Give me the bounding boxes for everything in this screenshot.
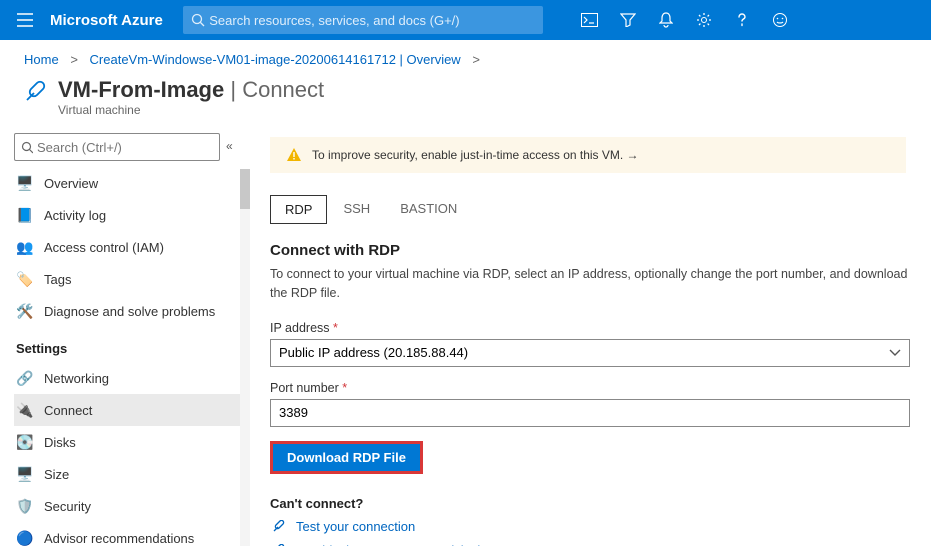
diagnose-icon: 🛠️: [16, 302, 34, 320]
network-icon: 🔗: [16, 369, 34, 387]
warning-icon: [286, 147, 302, 163]
advisor-icon: 🔵: [16, 529, 34, 547]
port-label: Port number *: [270, 381, 931, 395]
monitor-icon: 🖥️: [16, 174, 34, 192]
sidebar-item-connect[interactable]: 🔌Connect: [14, 394, 244, 426]
ip-label: IP address *: [270, 321, 931, 335]
breadcrumb-home[interactable]: Home: [24, 52, 59, 67]
people-icon: 👥: [16, 238, 34, 256]
sidebar-item-disks[interactable]: 💽Disks: [14, 426, 244, 458]
notifications-button[interactable]: [649, 3, 683, 37]
gear-icon: [696, 12, 712, 28]
page-subtitle: Virtual machine: [58, 103, 324, 117]
filter-button[interactable]: [611, 3, 645, 37]
troubleshoot-icon: [270, 543, 286, 547]
chevron-right-icon: >: [472, 52, 480, 67]
chevron-right-icon: >: [70, 52, 78, 67]
ip-value: Public IP address (20.185.88.44): [279, 345, 468, 360]
bell-icon: [659, 12, 673, 28]
menu-button[interactable]: [10, 5, 40, 35]
page-title: VM-From-Image | Connect: [58, 77, 324, 103]
help-icon: [735, 12, 749, 28]
shield-icon: 🛡️: [16, 497, 34, 515]
sidebar-item-size[interactable]: 🖥️Size: [14, 458, 244, 490]
link-troubleshoot[interactable]: Troubleshoot RDP connectivity issues: [270, 543, 931, 547]
cloud-shell-icon: [581, 13, 598, 27]
sidebar-search[interactable]: [14, 133, 220, 161]
global-search[interactable]: [183, 6, 543, 34]
sidebar-item-access-control[interactable]: 👥Access control (IAM): [14, 231, 244, 263]
plug-icon: [270, 519, 286, 535]
global-search-input[interactable]: [209, 13, 535, 28]
connect-title: Connect with RDP: [270, 242, 931, 259]
sidebar-item-networking[interactable]: 🔗Networking: [14, 362, 244, 394]
sidebar-item-diagnose[interactable]: 🛠️Diagnose and solve problems: [14, 295, 244, 327]
sidebar-item-security[interactable]: 🛡️Security: [14, 490, 244, 522]
collapse-button[interactable]: «: [226, 139, 233, 153]
brand: Microsoft Azure: [50, 12, 163, 29]
smile-icon: [772, 12, 788, 28]
connect-desc: To connect to your virtual machine via R…: [270, 265, 910, 303]
disk-icon: 💽: [16, 433, 34, 451]
tab-rdp[interactable]: RDP: [270, 195, 327, 224]
link-test-connection[interactable]: Test your connection: [270, 519, 931, 535]
search-icon: [21, 141, 33, 154]
sidebar-item-overview[interactable]: 🖥️Overview: [14, 167, 244, 199]
search-icon: [191, 13, 205, 27]
banner-text: To improve security, enable just-in-time…: [312, 148, 639, 162]
port-input[interactable]: [279, 405, 901, 420]
filter-icon: [620, 13, 636, 27]
tag-icon: 🏷️: [16, 270, 34, 288]
connect-tabs: RDP SSH BASTION: [270, 195, 931, 224]
menu-icon: [17, 13, 33, 27]
tab-bastion[interactable]: BASTION: [386, 195, 471, 224]
port-input-wrap[interactable]: [270, 399, 910, 427]
size-icon: 🖥️: [16, 465, 34, 483]
breadcrumb-item[interactable]: CreateVm-Windowse-VM01-image-20200614161…: [90, 52, 461, 67]
chevron-down-icon: [889, 349, 901, 357]
breadcrumb: Home > CreateVm-Windowse-VM01-image-2020…: [0, 40, 931, 71]
plug-icon: 🔌: [16, 401, 34, 419]
sidebar-section-settings: Settings: [16, 341, 244, 356]
sidebar-item-advisor[interactable]: 🔵Advisor recommendations: [14, 522, 244, 554]
sidebar-search-input[interactable]: [37, 140, 213, 155]
cant-connect-title: Can't connect?: [270, 496, 931, 511]
log-icon: 📘: [16, 206, 34, 224]
settings-button[interactable]: [687, 3, 721, 37]
sidebar-item-tags[interactable]: 🏷️Tags: [14, 263, 244, 295]
connect-icon: [20, 77, 50, 107]
cloud-shell-button[interactable]: [573, 3, 607, 37]
download-rdp-button[interactable]: Download RDP File: [270, 441, 423, 474]
tab-ssh[interactable]: SSH: [329, 195, 384, 224]
feedback-button[interactable]: [763, 3, 797, 37]
sidebar-item-activity-log[interactable]: 📘Activity log: [14, 199, 244, 231]
ip-select[interactable]: Public IP address (20.185.88.44): [270, 339, 910, 367]
security-banner[interactable]: To improve security, enable just-in-time…: [270, 137, 906, 173]
help-button[interactable]: [725, 3, 759, 37]
